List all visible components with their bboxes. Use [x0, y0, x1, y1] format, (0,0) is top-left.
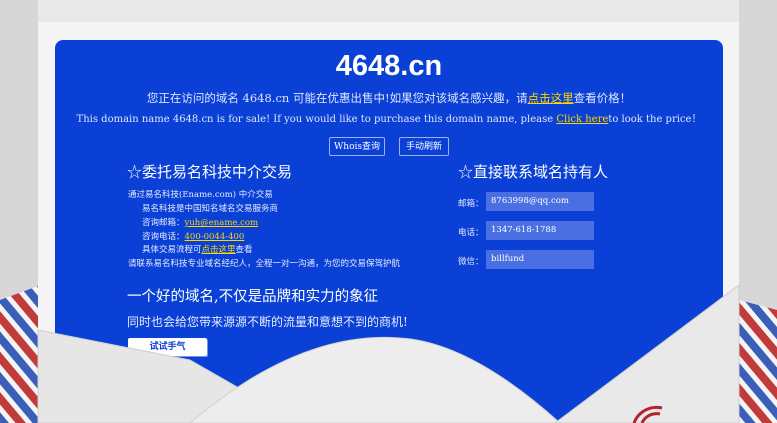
owner-phone-field[interactable]: 1347-618-1788: [486, 221, 594, 240]
owner-phone-label: 电话：: [458, 228, 484, 238]
notice-en-suffix: to look the price！: [608, 114, 702, 125]
notice-cn-text: 您正在访问的域名 4648.cn 可能在优惠出售中!如果您对该域名感兴趣，请: [146, 91, 528, 105]
agent-process-suffix: 查看: [235, 245, 253, 255]
notice-en-text: This domain name 4648.cn is for sale! If…: [76, 114, 557, 125]
agent-process: 具体交易流程可点击这里查看: [142, 243, 253, 255]
price-link-en[interactable]: Click here: [556, 114, 608, 125]
agent-line-1: 通过易名科技(Ename.com) 中介交易: [128, 190, 273, 200]
agent-email-link[interactable]: yuh@ename.com: [185, 218, 259, 228]
left-margin: [0, 0, 38, 423]
owner-wechat-field[interactable]: billfund: [486, 250, 594, 269]
agent-email-label: 咨询邮箱：: [142, 218, 185, 228]
owner-wechat-label: 微信：: [458, 257, 484, 267]
right-margin: [739, 0, 777, 423]
agent-phone-link[interactable]: 400-0044-400: [185, 232, 245, 242]
notice-en: This domain name 4648.cn is for sale! If…: [55, 110, 723, 125]
agent-process-text: 具体交易流程可: [142, 245, 202, 255]
notice-cn: 您正在访问的域名 4648.cn 可能在优惠出售中!如果您对该域名感兴趣，请点击…: [55, 90, 723, 106]
page: 4648.cn 您正在访问的域名 4648.cn 可能在优惠出售中!如果您对该域…: [0, 0, 777, 423]
agent-heading: ☆委托易名科技中介交易: [127, 163, 293, 181]
owner-heading: ☆直接联系域名持有人: [458, 163, 609, 181]
domain-sale-card: 4648.cn 您正在访问的域名 4648.cn 可能在优惠出售中!如果您对该域…: [55, 40, 723, 423]
domain-title: 4648.cn: [335, 50, 443, 82]
agent-email: 咨询邮箱：yuh@ename.com: [142, 216, 258, 228]
process-link[interactable]: 点击这里: [202, 245, 236, 255]
agent-line-last: 请联系易名科技专业域名经纪人，全程一对一沟通，为您的交易保驾护航: [128, 259, 401, 269]
price-link-cn[interactable]: 点击这里: [528, 91, 574, 105]
agent-phone-label: 咨询电话：: [142, 232, 185, 242]
owner-email-label: 邮箱：: [458, 199, 484, 209]
slogan-line-2: 同时也会给您带来源源不断的流量和意想不到的商机!: [127, 315, 408, 329]
try-luck-button[interactable]: 试试手气: [128, 338, 207, 356]
slogan-line-1: 一个好的域名,不仅是品牌和实力的象征: [127, 289, 379, 305]
notice-cn-suffix: 查看价格！: [573, 91, 632, 105]
refresh-button[interactable]: 手动刷新: [399, 137, 449, 156]
agent-phone: 咨询电话：400-0044-400: [142, 230, 244, 242]
whois-button[interactable]: Whois查询: [329, 137, 385, 156]
agent-line-2: 易名科技是中国知名域名交易服务商: [142, 204, 279, 214]
owner-email-field[interactable]: 8763998@qq.com: [486, 192, 594, 211]
